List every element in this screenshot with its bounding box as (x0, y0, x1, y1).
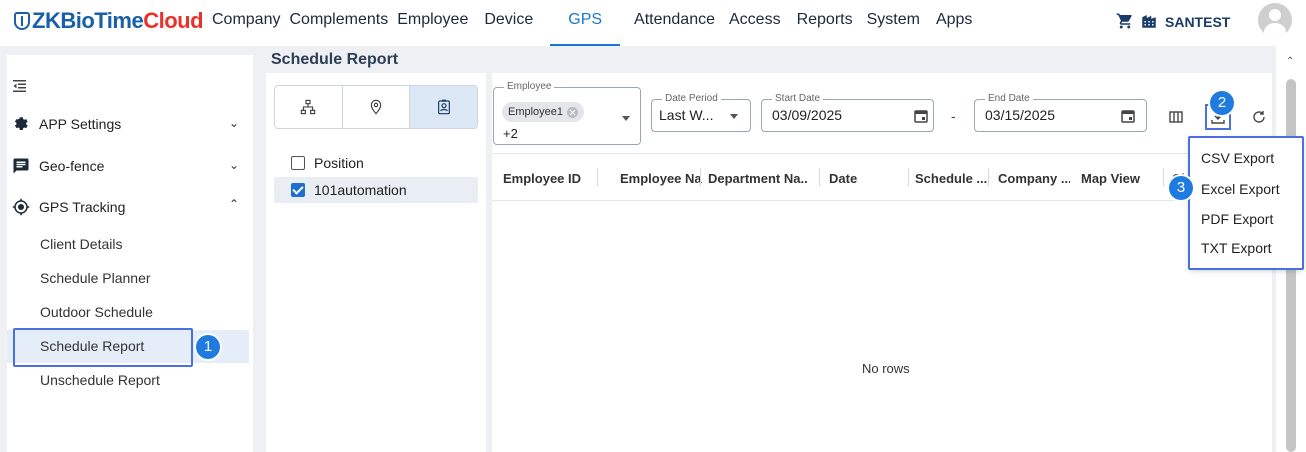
refresh-icon (1253, 111, 1265, 123)
employee-chip[interactable]: Employee1 (502, 102, 585, 122)
sidebar-group-label: Geo-fence (39, 158, 105, 174)
column-separator[interactable] (1163, 168, 1164, 186)
nav-apps[interactable]: Apps (936, 0, 972, 46)
start-date-value: 03/09/2025 (772, 107, 843, 123)
column-separator[interactable] (700, 168, 701, 186)
sidebar: APP Settings ⌄ Geo-fence ⌄ GPS Tracking … (7, 55, 253, 452)
nav-access[interactable]: Access (729, 0, 781, 46)
tab-position-tree[interactable] (410, 86, 477, 128)
sidebar-item-outdoor-schedule[interactable]: Outdoor Schedule (7, 296, 249, 329)
column-separator[interactable] (908, 168, 909, 186)
dropdown-arrow-icon (730, 114, 738, 119)
column-date[interactable]: Date (829, 171, 869, 186)
columns-button[interactable] (1165, 106, 1187, 128)
nav-complements[interactable]: Complements (289, 0, 388, 46)
sidebar-item-unschedule-report[interactable]: Unschedule Report (7, 364, 249, 397)
chevron-down-icon: ⌄ (228, 158, 239, 172)
annotation-badge: 3 (1169, 176, 1193, 200)
employee-select[interactable]: Employee Employee1 +2 (493, 80, 641, 145)
tree-node-label: Position (314, 155, 364, 171)
logo-suffix: Cloud (143, 8, 204, 33)
tree-view-tabs (274, 85, 478, 129)
columns-icon (1169, 111, 1183, 123)
column-company[interactable]: Company ... (998, 171, 1070, 186)
sidebar-group-geo-fence[interactable]: Geo-fence ⌄ (11, 154, 245, 178)
end-date-value: 03/15/2025 (985, 107, 1056, 123)
company-building-icon[interactable] (1140, 12, 1158, 30)
start-date-label: Start Date (772, 92, 824, 106)
annotation-highlight-box (1188, 136, 1304, 270)
date-period-value: Last W... (659, 107, 714, 123)
tab-department-tree[interactable] (275, 86, 343, 128)
id-badge-icon (437, 99, 450, 115)
end-date-label: End Date (985, 92, 1033, 106)
column-separator[interactable] (819, 168, 820, 186)
scroll-up-arrow-icon[interactable]: ⌃ (1286, 56, 1296, 67)
nav-reports[interactable]: Reports (797, 0, 853, 46)
chip-remove-icon[interactable] (567, 106, 579, 118)
message-icon (11, 157, 31, 175)
column-employee-id[interactable]: Employee ID (503, 171, 583, 186)
date-period-label: Date Period (662, 92, 721, 106)
chip-label: Employee1 (508, 106, 564, 118)
gear-icon (11, 115, 31, 133)
end-date-field[interactable]: End Date 03/15/2025 (974, 92, 1147, 132)
annotation-badge: 1 (196, 335, 220, 359)
page-title: Schedule Report (271, 51, 399, 68)
tree-node-label: 101automation (314, 182, 407, 198)
org-chart-icon (301, 99, 316, 115)
logo-prefix: ZKBioTime (32, 8, 144, 33)
annotation-badge: 2 (1210, 91, 1234, 115)
sidebar-item-client-details[interactable]: Client Details (7, 228, 249, 261)
sidebar-group-gps-tracking[interactable]: GPS Tracking ⌃ (11, 195, 245, 219)
date-period-select[interactable]: Date Period Last W... (651, 92, 751, 132)
nav-gps[interactable]: GPS (550, 0, 621, 46)
column-department-name[interactable]: Department Na... (708, 171, 808, 186)
nav-employee[interactable]: Employee (397, 0, 468, 46)
chevron-down-icon: ⌄ (228, 116, 239, 130)
employee-more-count: +2 (503, 126, 518, 141)
nav-system[interactable]: System (867, 0, 920, 46)
column-employee-name[interactable]: Employee Na... (620, 171, 702, 186)
nav-attendance[interactable]: Attendance (634, 0, 715, 46)
chevron-up-icon: ⌃ (228, 197, 239, 211)
tree-node-position[interactable]: Position (274, 150, 478, 176)
report-panel: Employee Employee1 +2 Date Period Last W… (492, 73, 1272, 452)
checkbox[interactable] (291, 156, 305, 170)
column-map-view[interactable]: Map View (1081, 171, 1143, 186)
tree-node-101automation[interactable]: 101automation (274, 177, 478, 203)
sidebar-item-schedule-planner[interactable]: Schedule Planner (7, 262, 249, 295)
collapse-menu-icon[interactable] (13, 79, 27, 93)
grid-header: Employee ID Employee Na... Department Na… (492, 153, 1272, 201)
column-separator[interactable] (597, 168, 598, 186)
refresh-button[interactable] (1248, 106, 1270, 128)
tree-panel: Position 101automation (266, 73, 486, 452)
calendar-icon[interactable] (1121, 109, 1135, 123)
app-logo[interactable]: ZKBioTimeCloud (14, 8, 204, 34)
user-avatar[interactable] (1258, 3, 1292, 37)
column-separator[interactable] (988, 168, 989, 186)
start-date-field[interactable]: Start Date 03/09/2025 (761, 92, 934, 132)
cart-icon[interactable] (1116, 12, 1134, 30)
nav-device[interactable]: Device (484, 0, 533, 46)
empty-grid-message: No rows (862, 361, 910, 376)
location-target-icon (11, 198, 31, 216)
sidebar-group-label: APP Settings (39, 116, 122, 132)
column-schedule[interactable]: Schedule ... (915, 171, 987, 186)
checkbox-checked[interactable] (291, 183, 305, 197)
sidebar-group-label: GPS Tracking (39, 199, 126, 215)
location-pin-icon (370, 99, 382, 115)
calendar-icon[interactable] (914, 109, 928, 123)
employee-field-label: Employee (504, 80, 555, 94)
main-nav: Company Complements Employee Device GPS … (212, 0, 972, 46)
date-range-separator: - (951, 108, 956, 124)
nav-company[interactable]: Company (212, 0, 280, 46)
annotation-highlight-box (13, 328, 193, 367)
shield-logo-icon (14, 12, 30, 30)
top-navigation-bar: ZKBioTimeCloud Company Complements Emplo… (0, 0, 1306, 46)
company-name[interactable]: SANTEST (1165, 14, 1230, 30)
tab-area-tree[interactable] (343, 86, 411, 128)
sidebar-group-app-settings[interactable]: APP Settings ⌄ (11, 112, 245, 136)
dropdown-arrow-icon (622, 116, 630, 121)
